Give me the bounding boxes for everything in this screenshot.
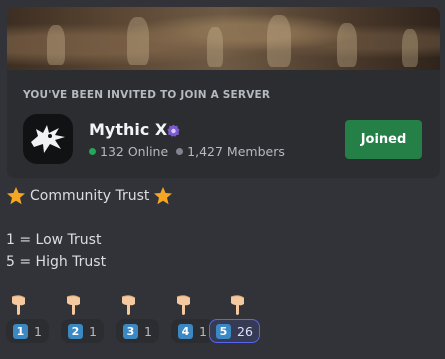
star-icon <box>7 187 25 205</box>
pointing-down-hand-icon <box>66 295 81 315</box>
reaction-keycap-4[interactable]: 4 1 <box>171 319 214 343</box>
pointing-down-hand-icon <box>121 295 136 315</box>
online-count: 132 Online <box>100 144 169 159</box>
pointing-down-hand-icon <box>11 295 26 315</box>
pointing-down-hand-icon <box>230 295 245 315</box>
reaction-count: 1 <box>144 323 152 339</box>
keycap-4-icon: 4 <box>178 323 193 339</box>
reaction-keycap-2[interactable]: 2 1 <box>61 319 104 343</box>
reaction-keycap-5[interactable]: 5 26 <box>209 319 260 343</box>
reaction-count: 1 <box>89 323 97 339</box>
server-invite-card: YOU'VE BEEN INVITED TO JOIN A SERVER Myt… <box>7 7 440 178</box>
joined-button[interactable]: Joined <box>345 120 422 159</box>
invite-heading: YOU'VE BEEN INVITED TO JOIN A SERVER <box>23 89 271 101</box>
keycap-2-icon: 2 <box>68 323 83 339</box>
online-status-dot <box>89 148 96 155</box>
keycap-1-icon: 1 <box>13 323 28 339</box>
message-line-low: 1 = Low Trust <box>6 232 102 248</box>
server-name[interactable]: Mythic X <box>89 120 167 139</box>
message-line-high: 5 = High Trust <box>6 254 107 270</box>
message-title: Community Trust <box>30 188 150 204</box>
reaction-count: 1 <box>199 323 207 339</box>
star-icon <box>154 187 173 205</box>
reaction-count: 26 <box>237 323 253 339</box>
reaction-keycap-3[interactable]: 3 1 <box>116 319 159 343</box>
partner-badge-icon <box>167 124 180 137</box>
mythic-logo-icon <box>31 125 65 153</box>
server-stats: 132 Online 1,427 Members <box>89 144 285 159</box>
keycap-5-icon: 5 <box>216 323 231 339</box>
reaction-count: 1 <box>34 323 42 339</box>
server-banner <box>7 7 440 70</box>
members-status-dot <box>176 148 184 155</box>
member-count: 1,427 Members <box>187 144 285 159</box>
pointing-down-hand-icon <box>176 295 191 315</box>
reaction-keycap-1[interactable]: 1 1 <box>6 319 49 343</box>
server-icon[interactable] <box>23 114 73 164</box>
keycap-3-icon: 3 <box>123 323 138 339</box>
